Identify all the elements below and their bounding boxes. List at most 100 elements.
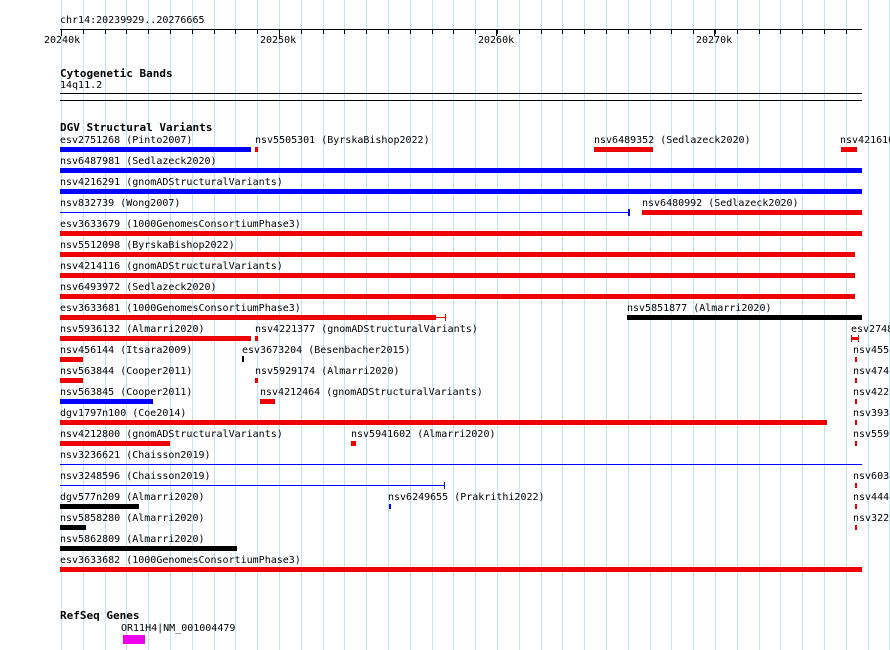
variant-label[interactable]: nsv6489352 (Sedlazeck2020) (594, 135, 751, 147)
variant-bar[interactable] (60, 212, 629, 213)
variant-end-cap (445, 314, 446, 321)
variant-label[interactable]: nsv4216291 (gnomADStructuralVariants) (60, 177, 283, 189)
variant-label[interactable]: esv3673204 (Besenbacher2015) (242, 345, 411, 357)
variant-label[interactable]: esv3633682 (1000GenomesConsortiumPhase3) (60, 555, 301, 567)
cytoband-label: 14q11.2 (60, 80, 103, 91)
variant-bar[interactable] (60, 546, 237, 551)
variant-bar[interactable] (855, 504, 857, 509)
ruler-minor-tick (410, 29, 411, 34)
variant-bar[interactable] (60, 147, 251, 152)
variant-label[interactable]: nsv422 (853, 387, 889, 399)
variant-bar[interactable] (60, 189, 862, 194)
ruler-minor-tick (846, 29, 847, 34)
variant-bar[interactable] (60, 399, 153, 404)
variant-label[interactable]: nsv6493972 (Sedlazeck2020) (60, 282, 217, 294)
variant-bar[interactable] (642, 210, 862, 215)
variant-label[interactable]: nsv4221377 (gnomADStructuralVariants) (255, 324, 478, 336)
variant-label[interactable]: dgv1797n100 (Coe2014) (60, 408, 186, 420)
variant-label[interactable]: nsv455 (853, 345, 889, 357)
variant-bar[interactable] (60, 273, 855, 278)
variant-bar[interactable] (255, 336, 258, 341)
variant-bar[interactable] (351, 441, 356, 446)
variant-label[interactable]: esv2748 (851, 324, 890, 336)
variant-label[interactable]: nsv6249655 (Prakrithi2022) (388, 492, 545, 504)
variant-bar[interactable] (255, 378, 258, 383)
variant-bar[interactable] (855, 525, 857, 530)
variant-label[interactable]: nsv4212800 (gnomADStructuralVariants) (60, 429, 283, 441)
variant-bar[interactable] (855, 357, 857, 362)
variant-label[interactable]: nsv4212464 (gnomADStructuralVariants) (260, 387, 483, 399)
variant-bar[interactable] (60, 464, 862, 465)
variant-bar[interactable] (60, 420, 827, 425)
variant-bar[interactable] (855, 378, 857, 383)
ruler-minor-tick (235, 29, 236, 34)
refseq-track-title: RefSeq Genes (60, 609, 140, 622)
grid-line (715, 0, 716, 650)
variant-label[interactable]: nsv559 (853, 429, 889, 441)
variant-label[interactable]: nsv421610 (840, 135, 890, 147)
variant-bar[interactable] (60, 357, 83, 362)
variant-label[interactable]: nsv603 (853, 471, 889, 483)
variant-label[interactable]: nsv456144 (Itsara2009) (60, 345, 192, 357)
variant-bar[interactable] (841, 147, 857, 152)
variant-bar[interactable] (60, 315, 436, 320)
variant-label[interactable]: esv3633679 (1000GenomesConsortiumPhase3) (60, 219, 301, 231)
variant-bar[interactable] (855, 399, 857, 404)
variant-label[interactable]: nsv563845 (Cooper2011) (60, 387, 192, 399)
variant-label[interactable]: nsv5862809 (Almarri2020) (60, 534, 205, 546)
variant-bar[interactable] (627, 315, 862, 320)
variant-bar[interactable] (855, 441, 857, 446)
variant-label[interactable]: nsv444 (853, 492, 889, 504)
variant-bar[interactable] (60, 441, 170, 446)
variant-label[interactable]: dgv577n209 (Almarri2020) (60, 492, 205, 504)
variant-label[interactable]: nsv5851877 (Almarri2020) (627, 303, 772, 315)
variant-label[interactable]: nsv5929174 (Almarri2020) (255, 366, 400, 378)
variant-bar[interactable] (60, 504, 139, 509)
variant-label[interactable]: esv2751268 (Pinto2007) (60, 135, 192, 147)
variant-bar[interactable] (855, 483, 857, 488)
variant-label[interactable]: nsv474 (853, 366, 889, 378)
variant-label[interactable]: nsv4214116 (gnomADStructuralVariants) (60, 261, 283, 273)
variant-bar[interactable] (255, 147, 258, 152)
variant-label[interactable]: nsv3248596 (Chaisson2019) (60, 471, 211, 483)
ruler-minor-tick (432, 29, 433, 34)
variant-bar[interactable] (60, 525, 86, 530)
variant-bar[interactable] (60, 378, 83, 383)
grid-line (693, 0, 694, 650)
variant-label[interactable]: nsv5941602 (Almarri2020) (351, 429, 496, 441)
variant-label[interactable]: nsv3236621 (Chaisson2019) (60, 450, 211, 462)
variant-bar[interactable] (60, 252, 855, 257)
variant-label[interactable]: nsv5936132 (Almarri2020) (60, 324, 205, 336)
ruler-minor-tick (323, 29, 324, 34)
variant-bar[interactable] (242, 356, 244, 362)
gene-label[interactable]: OR11H4|NM_001004479 (121, 623, 235, 635)
variant-label[interactable]: nsv5505301 (ByrskaBishop2022) (255, 135, 430, 147)
variant-bar[interactable] (855, 420, 857, 425)
variant-label[interactable]: nsv5858280 (Almarri2020) (60, 513, 205, 525)
variant-label[interactable]: nsv393 (853, 408, 889, 420)
variant-end-cap (444, 482, 445, 489)
ruler-minor-tick (824, 29, 825, 34)
variant-bar[interactable] (60, 485, 445, 486)
variant-bar[interactable] (594, 147, 653, 152)
variant-bar[interactable] (60, 231, 862, 236)
variant-bar[interactable] (260, 399, 275, 404)
variant-bar[interactable] (389, 504, 391, 509)
grid-line (737, 0, 738, 650)
ruler-minor-tick (584, 29, 585, 34)
variant-label[interactable]: nsv6487981 (Sedlazeck2020) (60, 156, 217, 168)
ruler-minor-tick (780, 29, 781, 34)
variant-bar[interactable] (60, 168, 862, 173)
variant-bar[interactable] (60, 336, 251, 341)
variant-label[interactable]: nsv5512098 (ByrskaBishop2022) (60, 240, 235, 252)
variant-label[interactable]: nsv563844 (Cooper2011) (60, 366, 192, 378)
variant-bar[interactable] (60, 567, 862, 572)
variant-label[interactable]: nsv832739 (Wong2007) (60, 198, 180, 210)
grid-line (802, 0, 803, 650)
variant-label[interactable]: nsv6480992 (Sedlazeck2020) (642, 198, 799, 210)
gene-feature[interactable] (123, 635, 145, 644)
variant-label[interactable]: nsv322 (853, 513, 889, 525)
variant-label[interactable]: esv3633681 (1000GenomesConsortiumPhase3) (60, 303, 301, 315)
ruler-minor-tick (214, 29, 215, 34)
variant-bar[interactable] (60, 294, 855, 299)
